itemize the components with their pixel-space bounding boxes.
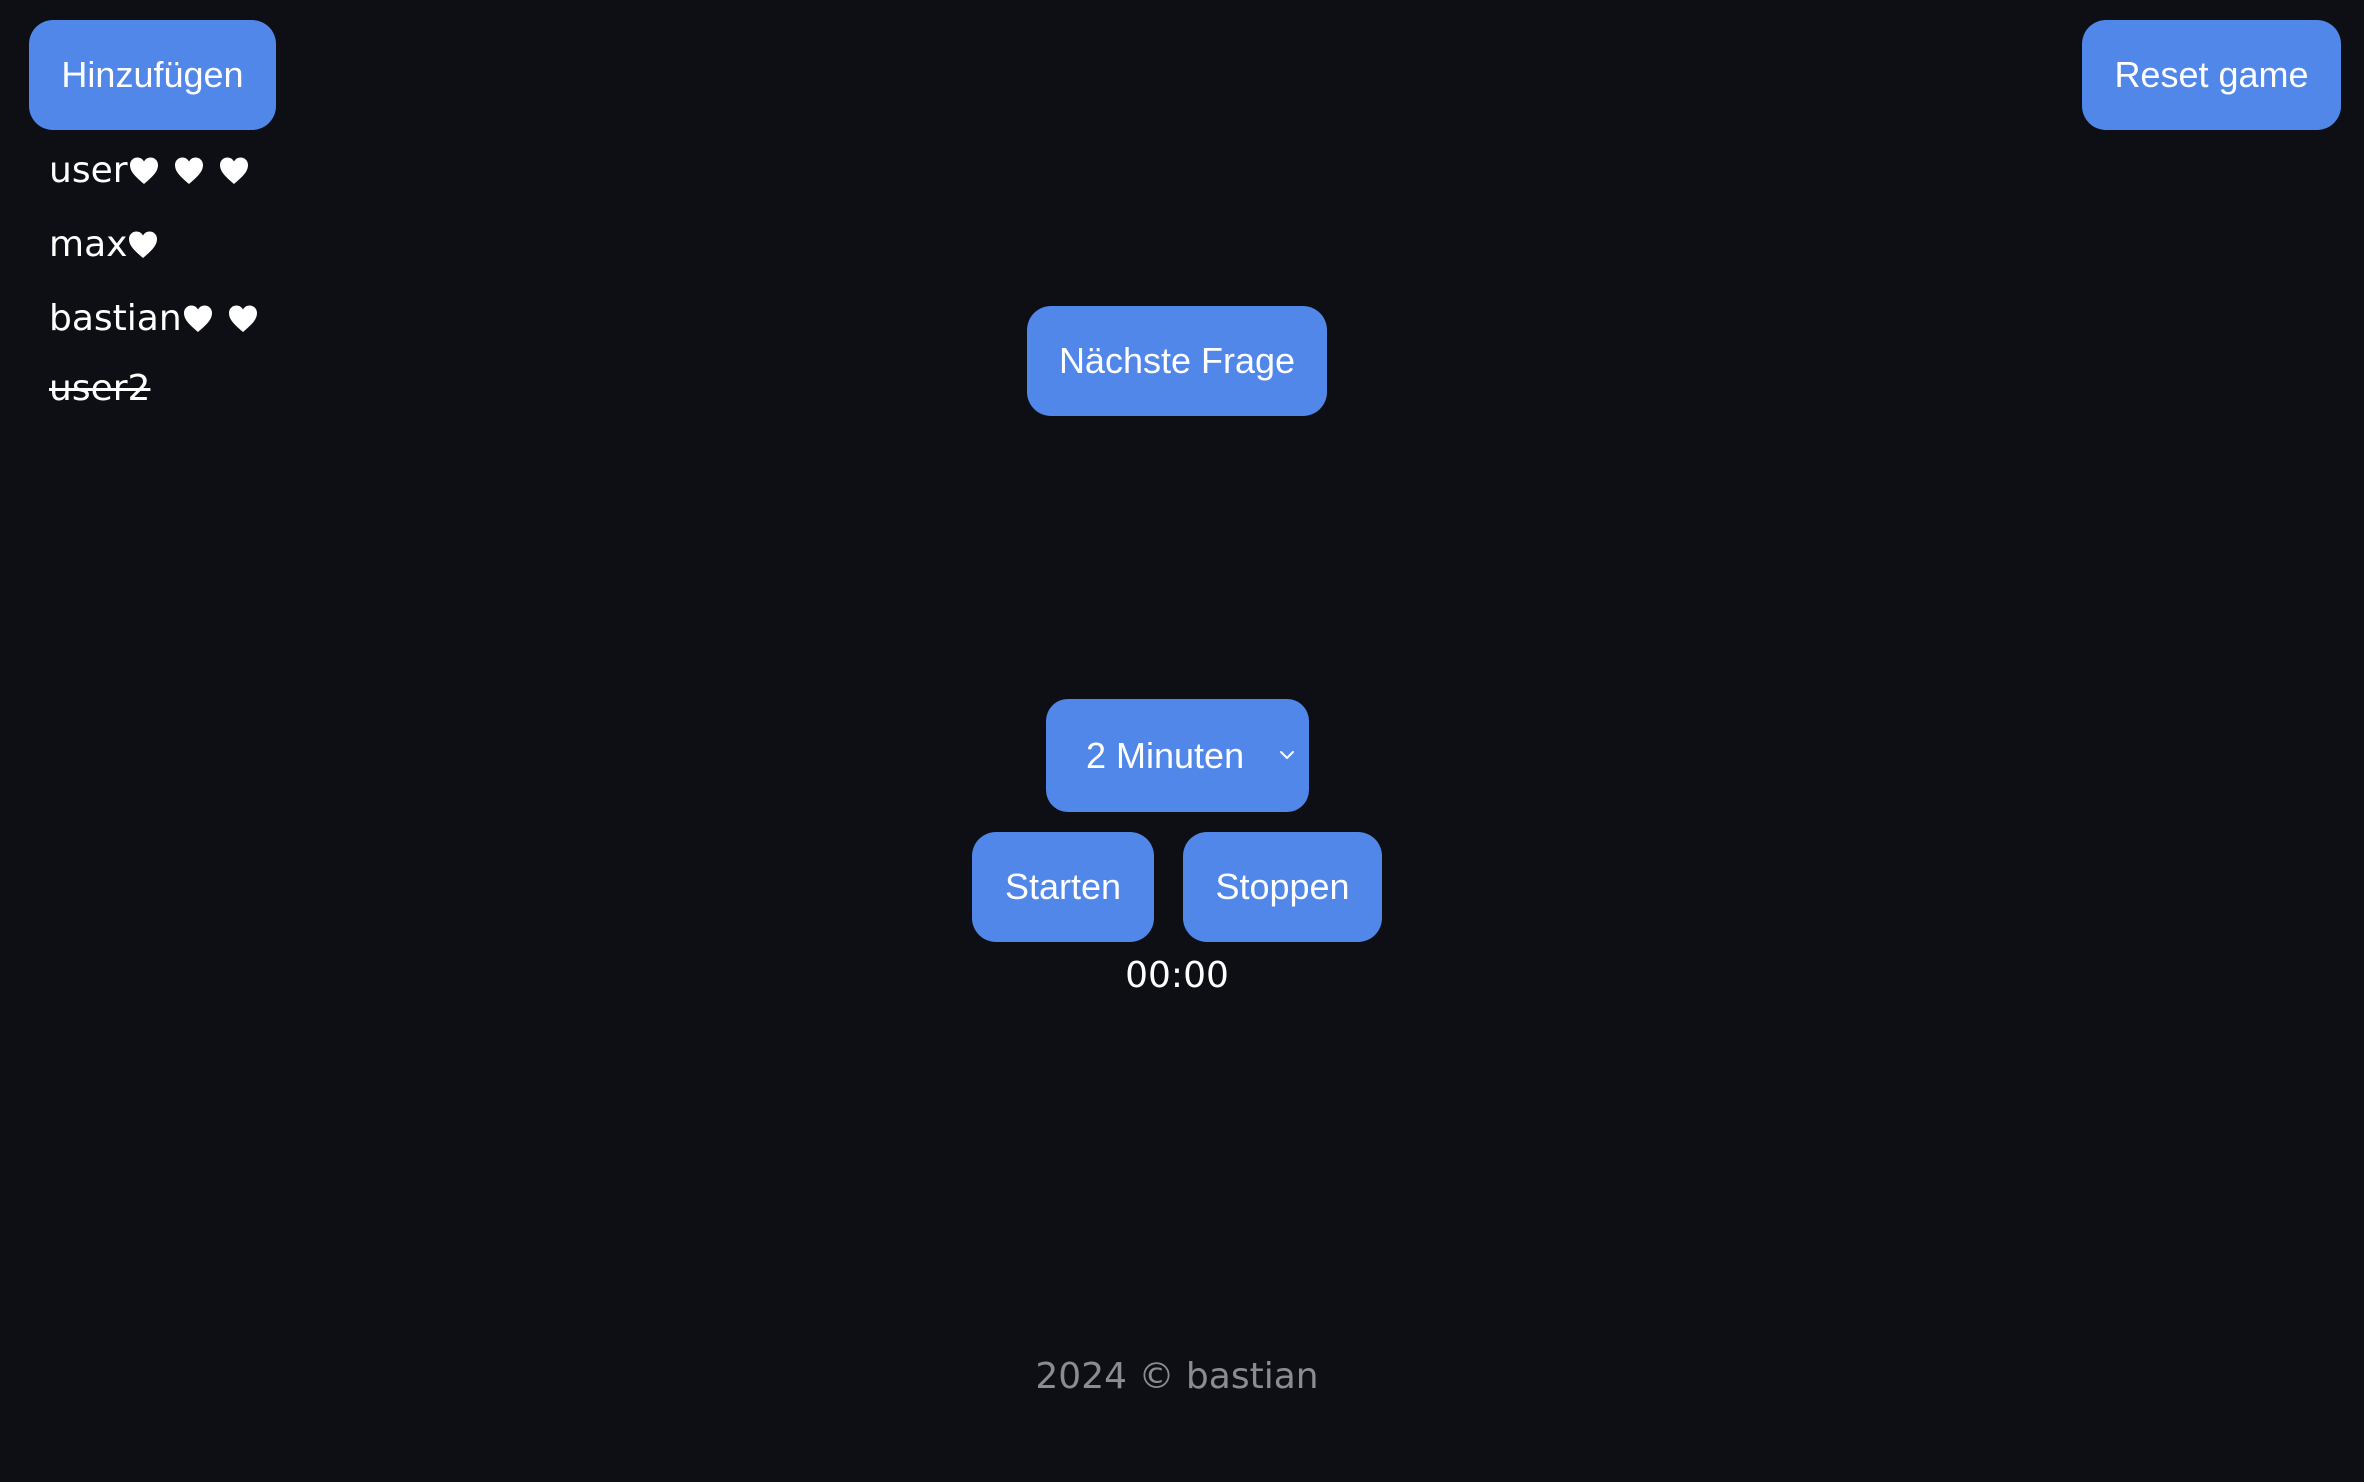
- player-lives: [182, 303, 259, 335]
- add-player-button[interactable]: Hinzufügen: [29, 20, 276, 130]
- footer-copyright: 2024 © bastian: [1035, 1356, 1319, 1397]
- heart-icon: [129, 157, 158, 184]
- player-name: user: [49, 150, 128, 191]
- heart-icon: [219, 157, 248, 184]
- player-name: bastian: [49, 298, 182, 339]
- stop-timer-button[interactable]: Stoppen: [1183, 832, 1382, 942]
- timer-display: 00:00: [1125, 955, 1229, 996]
- player-item: max: [49, 224, 159, 265]
- player-name: max: [49, 224, 128, 265]
- player-lives: [127, 229, 159, 261]
- heart-icon: [129, 231, 158, 258]
- start-timer-button[interactable]: Starten: [972, 832, 1154, 942]
- heart-icon: [183, 305, 212, 332]
- heart-icon: [228, 305, 257, 332]
- player-lives: [128, 155, 250, 187]
- heart-icon: [174, 157, 203, 184]
- next-question-button[interactable]: Nächste Frage: [1027, 306, 1327, 416]
- chevron-down-icon: [1280, 751, 1294, 759]
- duration-select-value: 2 Minuten: [1086, 735, 1245, 776]
- player-item: user: [49, 150, 250, 191]
- duration-select[interactable]: 2 Minuten: [1046, 699, 1309, 812]
- player-item: bastian: [49, 298, 259, 339]
- player-name: user2: [49, 368, 151, 409]
- player-item-eliminated: user2: [49, 368, 150, 409]
- reset-game-button[interactable]: Reset game: [2082, 20, 2341, 130]
- page: Hinzufügen Reset game user max bastian u…: [0, 0, 2364, 1482]
